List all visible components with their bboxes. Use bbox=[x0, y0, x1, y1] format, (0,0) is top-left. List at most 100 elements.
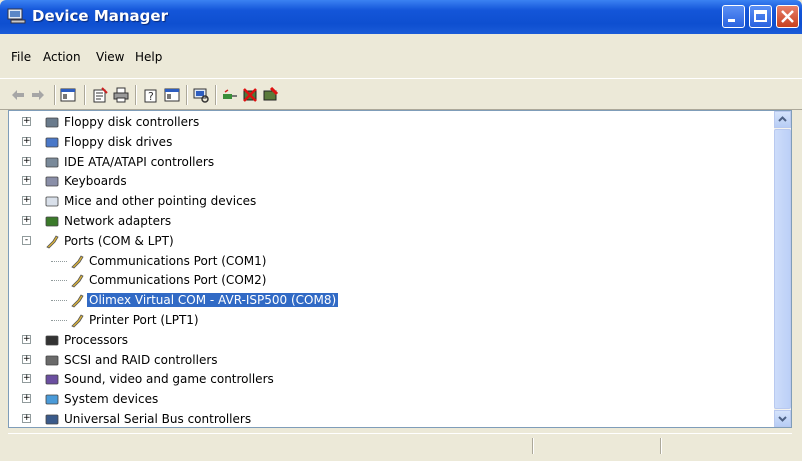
tree-node[interactable]: - Ports (COM & LPT) bbox=[9, 232, 769, 251]
tree-node[interactable]: + Sound, video and game controllers bbox=[9, 370, 769, 389]
expand-icon[interactable]: + bbox=[22, 137, 31, 146]
back-arrow-icon[interactable] bbox=[10, 87, 26, 103]
expand-icon[interactable]: + bbox=[22, 157, 31, 166]
expand-icon[interactable]: + bbox=[22, 394, 31, 403]
expand-icon[interactable]: + bbox=[22, 335, 31, 344]
mouse-icon bbox=[45, 196, 59, 207]
title-bar[interactable]: Device Manager bbox=[0, 0, 802, 34]
port-icon bbox=[71, 294, 84, 308]
tree-node[interactable]: Communications Port (COM2) bbox=[9, 271, 769, 290]
tree-node[interactable]: Olimex Virtual COM - AVR-ISP500 (COM8) bbox=[9, 291, 769, 310]
menu-action[interactable]: Action bbox=[43, 50, 81, 64]
vertical-scrollbar[interactable] bbox=[774, 111, 791, 427]
window-title: Device Manager bbox=[32, 7, 168, 25]
device-tree[interactable]: + Floppy disk controllers + Floppy disk dri… bbox=[8, 110, 792, 428]
maximize-icon bbox=[754, 10, 767, 22]
tree-connector bbox=[51, 280, 67, 281]
system-device-icon bbox=[45, 394, 59, 405]
expand-icon[interactable]: + bbox=[22, 117, 31, 126]
disable-device-icon[interactable] bbox=[242, 87, 258, 103]
menu-view[interactable]: View bbox=[96, 50, 124, 64]
tree-node-label: Sound, video and game controllers bbox=[64, 372, 274, 386]
network-adapter-icon bbox=[45, 216, 59, 227]
port-icon bbox=[71, 314, 84, 328]
ide-controller-icon bbox=[45, 157, 59, 168]
toolbar: ? bbox=[0, 78, 802, 110]
maximize-button[interactable] bbox=[749, 5, 772, 28]
scroll-up-button[interactable] bbox=[774, 111, 791, 128]
update-driver-icon[interactable] bbox=[222, 87, 238, 103]
svg-text:?: ? bbox=[148, 90, 154, 103]
scroll-down-button[interactable] bbox=[774, 410, 791, 427]
view-icon[interactable] bbox=[164, 87, 180, 103]
tree-node-label: Universal Serial Bus controllers bbox=[64, 412, 252, 426]
expand-icon[interactable]: + bbox=[22, 196, 31, 205]
toolbar-separator bbox=[186, 85, 188, 105]
tree-connector bbox=[51, 320, 67, 321]
toolbar-separator bbox=[135, 85, 137, 105]
tree-node[interactable]: + Floppy disk drives bbox=[9, 133, 769, 152]
tree-node-label: Floppy disk controllers bbox=[64, 115, 200, 129]
expand-icon[interactable]: + bbox=[22, 355, 31, 364]
help-icon[interactable]: ? bbox=[143, 87, 159, 103]
tree-node[interactable]: + Universal Serial Bus controllers bbox=[9, 410, 769, 427]
minimize-button[interactable] bbox=[722, 5, 745, 28]
expand-icon[interactable]: + bbox=[22, 176, 31, 185]
floppy-drive-icon bbox=[45, 137, 59, 148]
tree-node-label: Processors bbox=[64, 333, 129, 347]
close-button[interactable] bbox=[776, 5, 799, 28]
tree-node[interactable]: + Processors bbox=[9, 331, 769, 350]
tree-node-label: Communications Port (COM2) bbox=[89, 273, 267, 287]
expand-icon[interactable]: + bbox=[22, 414, 31, 423]
minimize-icon bbox=[728, 19, 735, 22]
tree-node-label: Keyboards bbox=[64, 174, 127, 188]
tree-connector bbox=[51, 300, 67, 301]
status-bar bbox=[8, 433, 792, 455]
tree-node[interactable]: Printer Port (LPT1) bbox=[9, 311, 769, 330]
toolbar-separator bbox=[84, 85, 86, 105]
tree-node[interactable]: + Floppy disk controllers bbox=[9, 113, 769, 132]
print-icon[interactable] bbox=[113, 87, 129, 103]
scroll-thumb[interactable] bbox=[774, 129, 791, 409]
tree-node-label: Mice and other pointing devices bbox=[64, 194, 257, 208]
tree-node[interactable]: + Network adapters bbox=[9, 212, 769, 231]
tree-node-label: Floppy disk drives bbox=[64, 135, 173, 149]
toolbar-separator bbox=[54, 85, 56, 105]
close-icon bbox=[781, 10, 794, 23]
tree-node-label: Network adapters bbox=[64, 214, 172, 228]
device-manager-window: Device Manager File Action View Help ? +… bbox=[0, 0, 802, 461]
menu-help[interactable]: Help bbox=[135, 50, 162, 64]
expand-icon[interactable]: + bbox=[22, 216, 31, 225]
tree-node-label: Printer Port (LPT1) bbox=[89, 313, 199, 327]
tree-node[interactable]: + SCSI and RAID controllers bbox=[9, 351, 769, 370]
chevron-up-icon bbox=[778, 116, 787, 122]
uninstall-device-icon[interactable] bbox=[262, 87, 278, 103]
tree-node[interactable]: + Mice and other pointing devices bbox=[9, 192, 769, 211]
tree-node[interactable]: + System devices bbox=[9, 390, 769, 409]
forward-arrow-icon[interactable] bbox=[30, 87, 46, 103]
tree-node[interactable]: + IDE ATA/ATAPI controllers bbox=[9, 153, 769, 172]
device-manager-icon bbox=[7, 8, 26, 24]
toolbar-separator bbox=[215, 85, 217, 105]
chevron-down-icon bbox=[778, 416, 787, 422]
port-icon bbox=[46, 235, 59, 249]
properties-icon[interactable] bbox=[92, 87, 108, 103]
tree-node[interactable]: Communications Port (COM1) bbox=[9, 252, 769, 271]
sound-icon bbox=[45, 374, 59, 385]
keyboard-icon bbox=[45, 176, 59, 187]
menu-file[interactable]: File bbox=[11, 50, 31, 64]
show-hide-console-tree-icon[interactable] bbox=[60, 87, 76, 103]
tree-node-label: SCSI and RAID controllers bbox=[64, 353, 218, 367]
tree-node-label: Communications Port (COM1) bbox=[89, 254, 267, 268]
expand-icon[interactable]: + bbox=[22, 374, 31, 383]
port-icon bbox=[71, 255, 84, 269]
tree-node-label: Ports (COM & LPT) bbox=[64, 234, 174, 248]
tree-connector bbox=[51, 261, 67, 262]
status-divider bbox=[660, 438, 662, 454]
usb-icon bbox=[45, 414, 59, 425]
scan-hardware-icon[interactable] bbox=[193, 87, 209, 103]
tree-node-label: IDE ATA/ATAPI controllers bbox=[64, 155, 215, 169]
collapse-icon[interactable]: - bbox=[22, 236, 31, 245]
status-divider bbox=[532, 438, 534, 454]
tree-node[interactable]: + Keyboards bbox=[9, 172, 769, 191]
